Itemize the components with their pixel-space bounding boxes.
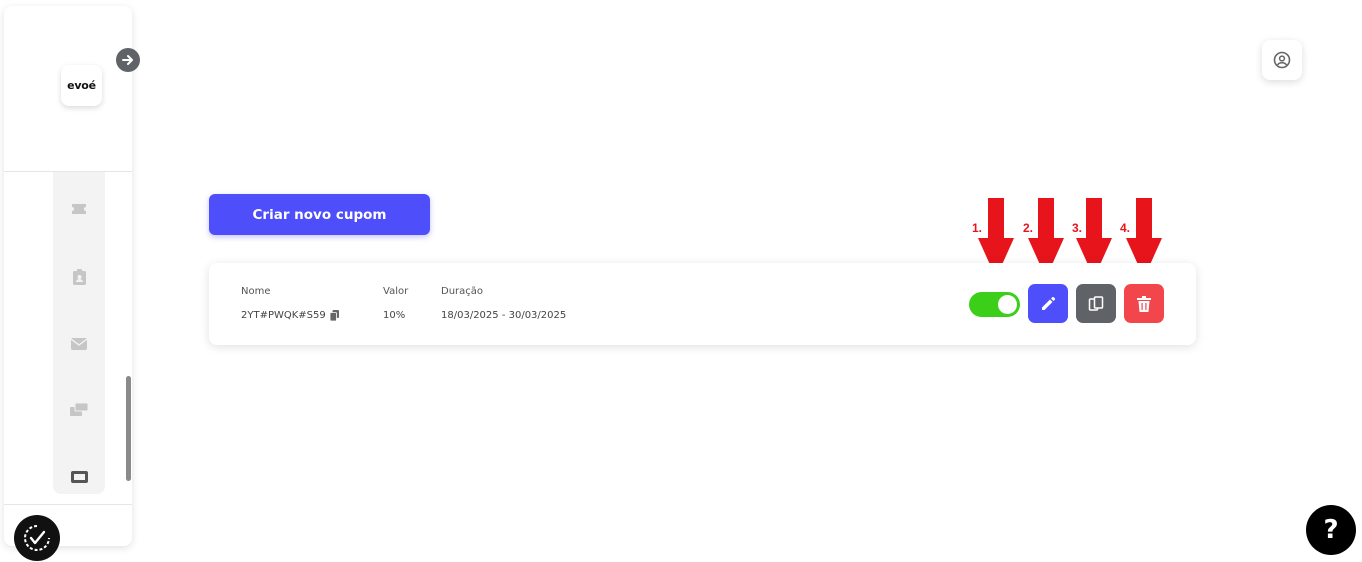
expand-sidebar-button[interactable] bbox=[116, 48, 140, 72]
column-header-name: Nome bbox=[241, 286, 271, 297]
sidebar-item-coupons[interactable] bbox=[53, 462, 105, 492]
arrow-right-icon bbox=[122, 55, 133, 65]
delete-coupon-button[interactable] bbox=[1124, 284, 1164, 323]
column-header-value: Valor bbox=[383, 286, 409, 297]
coupon-card: Nome Valor Duração 2YT#PWQK#S59 10% 18/0… bbox=[209, 263, 1196, 345]
trash-icon bbox=[1137, 295, 1151, 312]
coupon-duration: 18/03/2025 - 30/03/2025 bbox=[441, 310, 567, 321]
logo-text: evoé bbox=[67, 79, 96, 92]
duplicate-icon bbox=[1088, 295, 1104, 311]
pencil-icon bbox=[1042, 296, 1056, 310]
create-coupon-button[interactable]: Criar novo cupom bbox=[209, 194, 430, 235]
sidebar-item-mail[interactable] bbox=[53, 329, 105, 359]
help-button[interactable]: ? bbox=[1306, 505, 1356, 555]
edit-coupon-button[interactable] bbox=[1028, 284, 1068, 323]
copy-code-icon[interactable] bbox=[329, 310, 339, 321]
coupon-active-toggle[interactable] bbox=[969, 292, 1020, 317]
create-coupon-label: Criar novo cupom bbox=[252, 206, 387, 223]
column-header-duration: Duração bbox=[441, 286, 484, 297]
sidebar-item-payments[interactable] bbox=[53, 395, 105, 425]
duplicate-coupon-button[interactable] bbox=[1076, 284, 1116, 323]
annotation-label-2: 2. bbox=[1023, 221, 1034, 235]
ticket-icon bbox=[72, 204, 86, 214]
payment-icon bbox=[70, 403, 88, 416]
coupon-icon bbox=[70, 471, 88, 483]
annotation-label-3: 3. bbox=[1072, 221, 1083, 235]
annotation-label-4: 4. bbox=[1120, 221, 1131, 235]
user-circle-icon bbox=[1273, 51, 1291, 69]
clipboard-icon bbox=[72, 269, 86, 285]
app-logo[interactable]: evoé bbox=[61, 65, 102, 106]
sidebar-item-clipboard[interactable] bbox=[53, 262, 105, 292]
clock-check-icon bbox=[24, 525, 50, 551]
sidebar-item-tickets[interactable] bbox=[53, 194, 105, 224]
coupon-name: 2YT#PWQK#S59 bbox=[241, 310, 339, 321]
user-profile-button[interactable] bbox=[1262, 40, 1302, 80]
sidebar-divider-bottom bbox=[4, 504, 132, 505]
coupon-value: 10% bbox=[383, 310, 406, 321]
mail-icon bbox=[71, 338, 87, 350]
annotation-label-1: 1. bbox=[972, 221, 983, 235]
help-label: ? bbox=[1323, 515, 1339, 545]
sidebar: evoé bbox=[4, 6, 132, 546]
sidebar-nav bbox=[53, 172, 105, 494]
accessibility-badge[interactable] bbox=[14, 515, 60, 561]
coupon-code: 2YT#PWQK#S59 bbox=[241, 310, 326, 321]
sidebar-scrollbar[interactable] bbox=[126, 376, 131, 481]
toggle-knob bbox=[998, 295, 1017, 314]
